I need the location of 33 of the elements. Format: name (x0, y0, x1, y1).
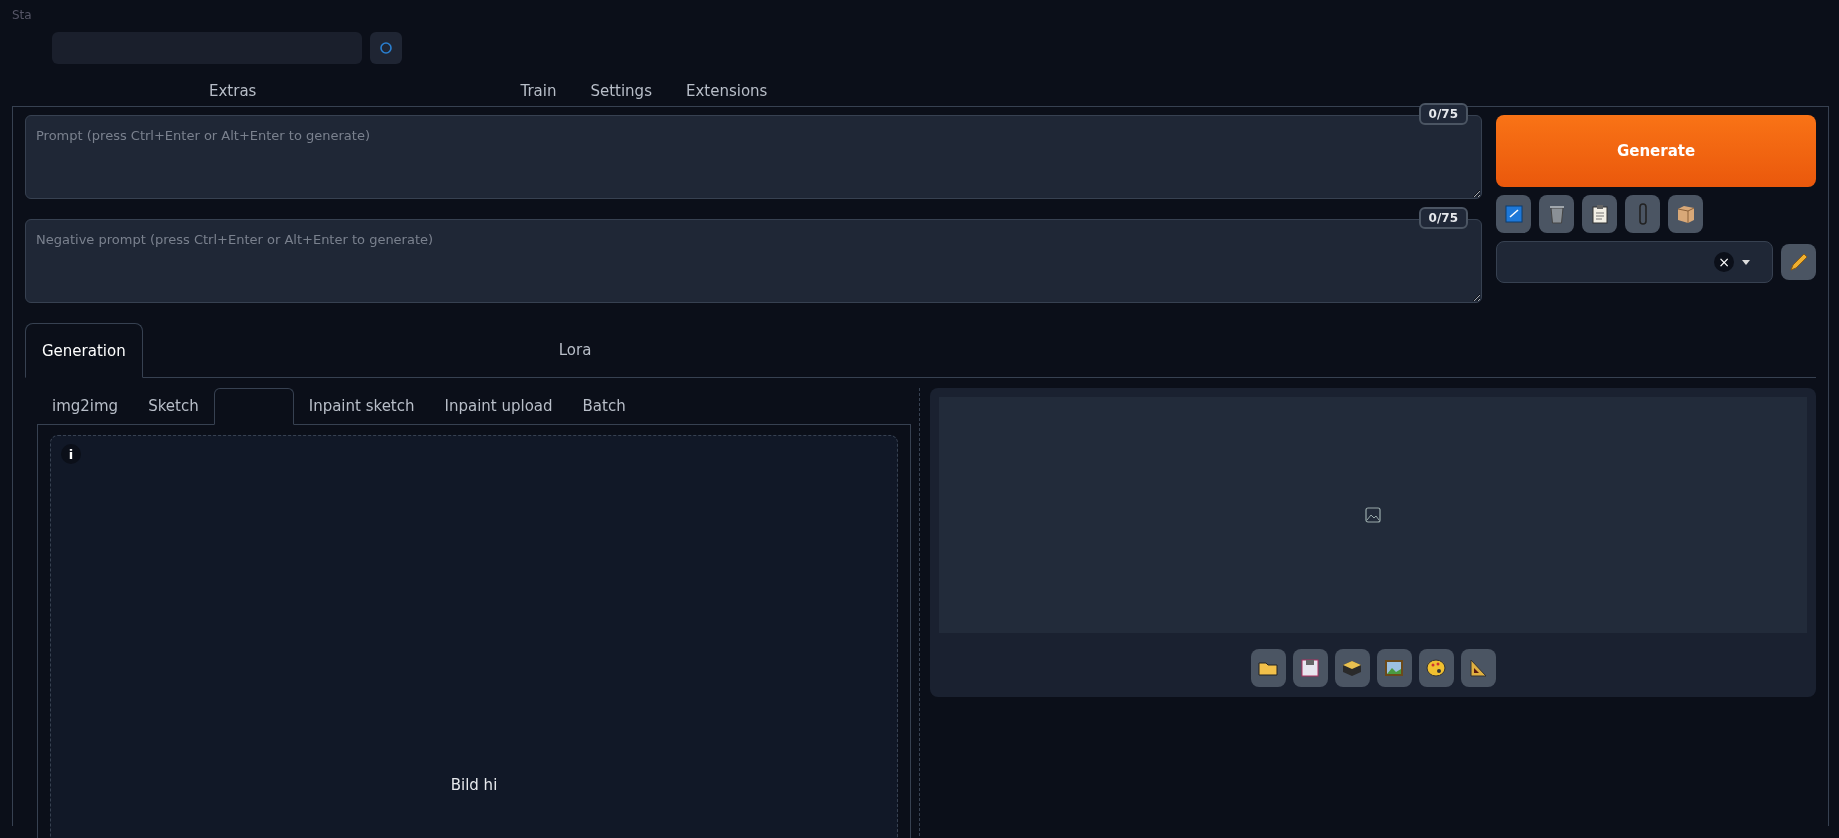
box-icon[interactable] (1334, 649, 1370, 687)
clear-button[interactable]: × (1714, 252, 1734, 272)
image-icon (1365, 507, 1381, 523)
image-drop-area[interactable]: i Bild hi (50, 435, 898, 838)
refresh-icon[interactable] (370, 32, 402, 64)
paperclip-icon[interactable] (1625, 195, 1660, 233)
token-counter: 0/75 (1418, 103, 1468, 125)
framed-picture-icon[interactable] (1376, 649, 1412, 687)
folder-icon[interactable] (1250, 649, 1286, 687)
token-counter: 0/75 (1418, 207, 1468, 229)
styles-dropdown[interactable]: × (1496, 241, 1773, 283)
pencil-icon[interactable] (1781, 244, 1816, 280)
tab[interactable]: Settings (573, 82, 669, 106)
tab[interactable]: Batch (567, 388, 641, 424)
tab[interactable]: Inpaint upload (429, 388, 568, 424)
palette-icon[interactable] (1418, 649, 1454, 687)
drop-hint: Bild hi (450, 776, 498, 794)
tab[interactable]: Extras (192, 82, 274, 106)
app-title: Sta (12, 7, 33, 24)
tab[interactable]: Sketch (133, 388, 214, 424)
tab[interactable]: Inpaint sketch (293, 388, 430, 424)
triangle-ruler-icon[interactable] (1460, 649, 1496, 687)
checkbox-icon[interactable] (1496, 195, 1531, 233)
tab[interactable]: img2img (37, 388, 134, 424)
tab[interactable]: Train (503, 82, 574, 106)
box-icon[interactable] (1668, 195, 1703, 233)
tab[interactable]: Extensions (668, 82, 785, 106)
info-icon: i (61, 444, 81, 464)
tab[interactable]: Lora (542, 323, 608, 377)
tab[interactable]: Generation (25, 323, 143, 378)
caret-icon (1742, 259, 1750, 265)
clipboard-icon[interactable] (1582, 195, 1617, 233)
trash-icon[interactable] (1539, 195, 1574, 233)
